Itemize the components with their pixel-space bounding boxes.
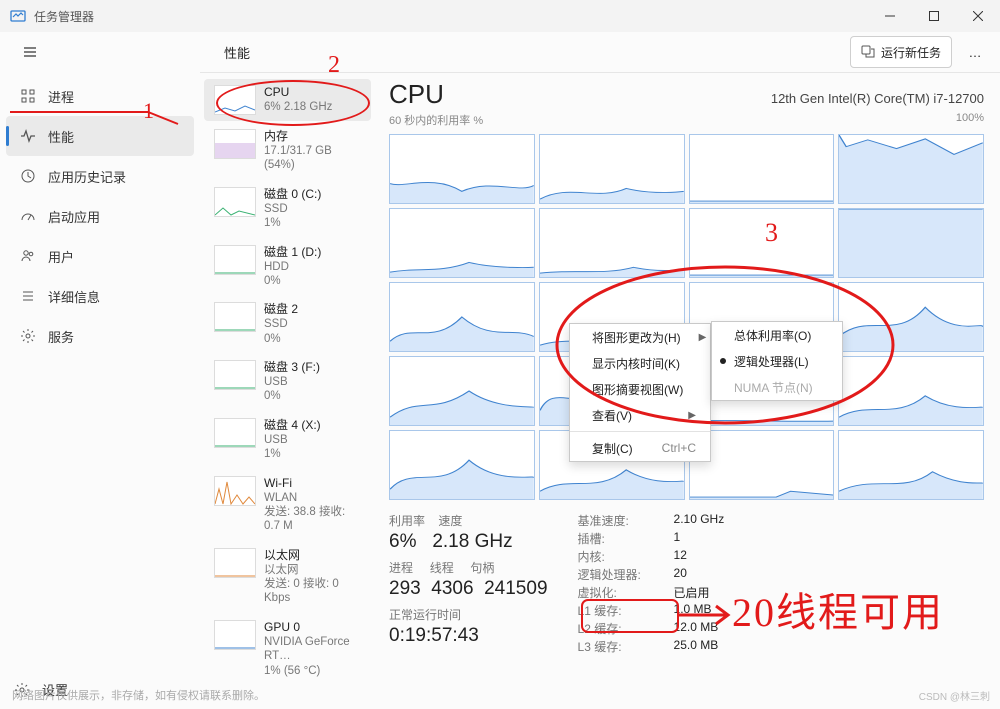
nav-services[interactable]: 服务 bbox=[6, 316, 194, 356]
thumb-disk bbox=[214, 187, 256, 217]
nav-label: 用户 bbox=[48, 247, 74, 266]
nav-users[interactable]: 用户 bbox=[6, 236, 194, 276]
list-icon bbox=[20, 288, 36, 304]
logical-processor-chart[interactable] bbox=[389, 356, 535, 426]
perf-item-disk4[interactable]: 磁盘 4 (X:)USB1% bbox=[204, 412, 371, 468]
stats-row: 利用率 速度 6% 2.18 GHz 进程 线程 句柄 293 4306 241… bbox=[389, 512, 984, 655]
logical-processor-chart[interactable] bbox=[838, 430, 984, 500]
logical-processor-chart[interactable] bbox=[838, 134, 984, 204]
context-menu-item[interactable]: 查看(V)▶ bbox=[570, 402, 710, 428]
submenu-item: NUMA 节点(N) bbox=[712, 374, 842, 400]
thumb-disk bbox=[214, 245, 256, 275]
run-new-task-button[interactable]: 运行新任务 bbox=[850, 36, 952, 68]
close-button[interactable] bbox=[956, 0, 1000, 32]
thumb-disk bbox=[214, 302, 256, 332]
nav-processes[interactable]: 进程 bbox=[6, 76, 194, 116]
gauge-icon bbox=[20, 208, 36, 224]
watermark: CSDN @林三刺 bbox=[919, 688, 990, 703]
window-title: 任务管理器 bbox=[34, 8, 94, 25]
perf-item-cpu[interactable]: CPU6% 2.18 GHz bbox=[204, 79, 371, 121]
run-new-task-icon bbox=[861, 44, 875, 61]
more-button[interactable]: … bbox=[958, 37, 992, 67]
minimize-button[interactable] bbox=[868, 0, 912, 32]
nav-label: 进程 bbox=[48, 87, 74, 106]
submenu-item[interactable]: 逻辑处理器(L) bbox=[712, 348, 842, 374]
logical-processor-chart[interactable] bbox=[838, 356, 984, 426]
nav-label: 应用历史记录 bbox=[48, 167, 126, 186]
detail-header: CPU 12th Gen Intel(R) Core(TM) i7-12700 bbox=[389, 79, 984, 110]
perf-item-memory[interactable]: 内存17.1/31.7 GB (54%) bbox=[204, 123, 371, 179]
users-icon bbox=[20, 248, 36, 264]
chart-yaxis: 100% bbox=[956, 112, 984, 128]
thumb-memory bbox=[214, 129, 256, 159]
submenu-item[interactable]: 总体利用率(O) bbox=[712, 322, 842, 348]
perf-list: CPU6% 2.18 GHz 内存17.1/31.7 GB (54%) 磁盘 0… bbox=[200, 73, 375, 709]
context-menu: 将图形更改为(H)▶显示内核时间(K)图形摘要视图(W)查看(V)▶ 复制(C)C… bbox=[569, 323, 711, 462]
detail-title: CPU bbox=[389, 79, 444, 110]
detail-pane: CPU 12th Gen Intel(R) Core(TM) i7-12700 … bbox=[375, 73, 1000, 709]
window-buttons bbox=[868, 0, 1000, 32]
content-area: CPU6% 2.18 GHz 内存17.1/31.7 GB (54%) 磁盘 0… bbox=[200, 72, 1000, 709]
command-bar: 性能 运行新任务 … bbox=[0, 32, 1000, 72]
logical-processor-chart[interactable] bbox=[389, 282, 535, 352]
logical-processor-chart[interactable] bbox=[838, 208, 984, 278]
perf-item-wifi[interactable]: Wi-FiWLAN发送: 38.8 接收: 0.7 M bbox=[204, 470, 371, 540]
logical-processor-chart[interactable] bbox=[689, 208, 835, 278]
gear-icon bbox=[20, 328, 36, 344]
perf-item-disk1[interactable]: 磁盘 1 (D:)HDD0% bbox=[204, 239, 371, 295]
cpu-name: 12th Gen Intel(R) Core(TM) i7-12700 bbox=[771, 91, 984, 106]
logical-processor-chart[interactable] bbox=[689, 134, 835, 204]
thumb-disk bbox=[214, 418, 256, 448]
logical-processor-chart[interactable] bbox=[389, 134, 535, 204]
context-submenu: 总体利用率(O)逻辑处理器(L)NUMA 节点(N) bbox=[711, 321, 843, 401]
kv-table: 基准速度:2.10 GHz插槽:1内核:12逻辑处理器:20虚拟化:已启用L1 … bbox=[578, 512, 725, 655]
thumb-gpu bbox=[214, 620, 256, 650]
grid-icon bbox=[20, 88, 36, 104]
context-menu-item[interactable]: 将图形更改为(H)▶ bbox=[570, 324, 710, 350]
context-menu-item[interactable]: 图形摘要视图(W) bbox=[570, 376, 710, 402]
perf-item-disk2[interactable]: 磁盘 2SSD0% bbox=[204, 296, 371, 352]
chart-caption: 60 秒内的利用率 % bbox=[389, 112, 483, 128]
pulse-icon bbox=[20, 128, 36, 144]
thumb-cpu bbox=[214, 85, 256, 115]
context-menu-item[interactable]: 复制(C)Ctrl+C bbox=[570, 435, 710, 461]
nav-label: 性能 bbox=[48, 127, 74, 146]
main-body: 进程 性能 应用历史记录 启动应用 用户 详细信息 bbox=[0, 72, 1000, 709]
perf-item-ethernet[interactable]: 以太网以太网发送: 0 接收: 0 Kbps bbox=[204, 542, 371, 612]
titlebar: 任务管理器 bbox=[0, 0, 1000, 32]
nav-sidebar: 进程 性能 应用历史记录 启动应用 用户 详细信息 bbox=[0, 72, 200, 709]
nav-label: 详细信息 bbox=[48, 287, 100, 306]
logical-processor-chart[interactable] bbox=[539, 208, 685, 278]
perf-item-gpu0[interactable]: GPU 0NVIDIA GeForce RT…1% (56 °C) bbox=[204, 614, 371, 684]
logical-processor-chart[interactable] bbox=[838, 282, 984, 352]
nav-label: 服务 bbox=[48, 327, 74, 346]
nav-performance[interactable]: 性能 bbox=[6, 116, 194, 156]
logical-processor-chart[interactable] bbox=[539, 134, 685, 204]
run-new-task-label: 运行新任务 bbox=[881, 44, 941, 61]
nav-label: 启动应用 bbox=[48, 207, 100, 226]
app-icon bbox=[10, 8, 26, 24]
thumb-disk bbox=[214, 360, 256, 390]
context-menu-item[interactable]: 显示内核时间(K) bbox=[570, 350, 710, 376]
nav-details[interactable]: 详细信息 bbox=[6, 276, 194, 316]
perf-item-disk0[interactable]: 磁盘 0 (C:)SSD1% bbox=[204, 181, 371, 237]
nav-app-history[interactable]: 应用历史记录 bbox=[6, 156, 194, 196]
logical-processor-chart[interactable] bbox=[389, 430, 535, 500]
page-title: 性能 bbox=[224, 43, 250, 62]
perf-item-disk3[interactable]: 磁盘 3 (F:)USB0% bbox=[204, 354, 371, 410]
maximize-button[interactable] bbox=[912, 0, 956, 32]
thumb-eth bbox=[214, 548, 256, 578]
clock-icon bbox=[20, 168, 36, 184]
footer-note: 网络图片仅供展示，非存储，如有侵权请联系删除。 bbox=[12, 687, 265, 703]
logical-processor-chart[interactable] bbox=[389, 208, 535, 278]
uptime-value: 0:19:57:43 bbox=[389, 625, 548, 647]
thumb-wifi bbox=[214, 476, 256, 506]
hamburger-icon[interactable] bbox=[12, 34, 48, 70]
task-manager-window: 任务管理器 性能 运行新任务 … 进程 bbox=[0, 0, 1000, 709]
nav-startup[interactable]: 启动应用 bbox=[6, 196, 194, 236]
